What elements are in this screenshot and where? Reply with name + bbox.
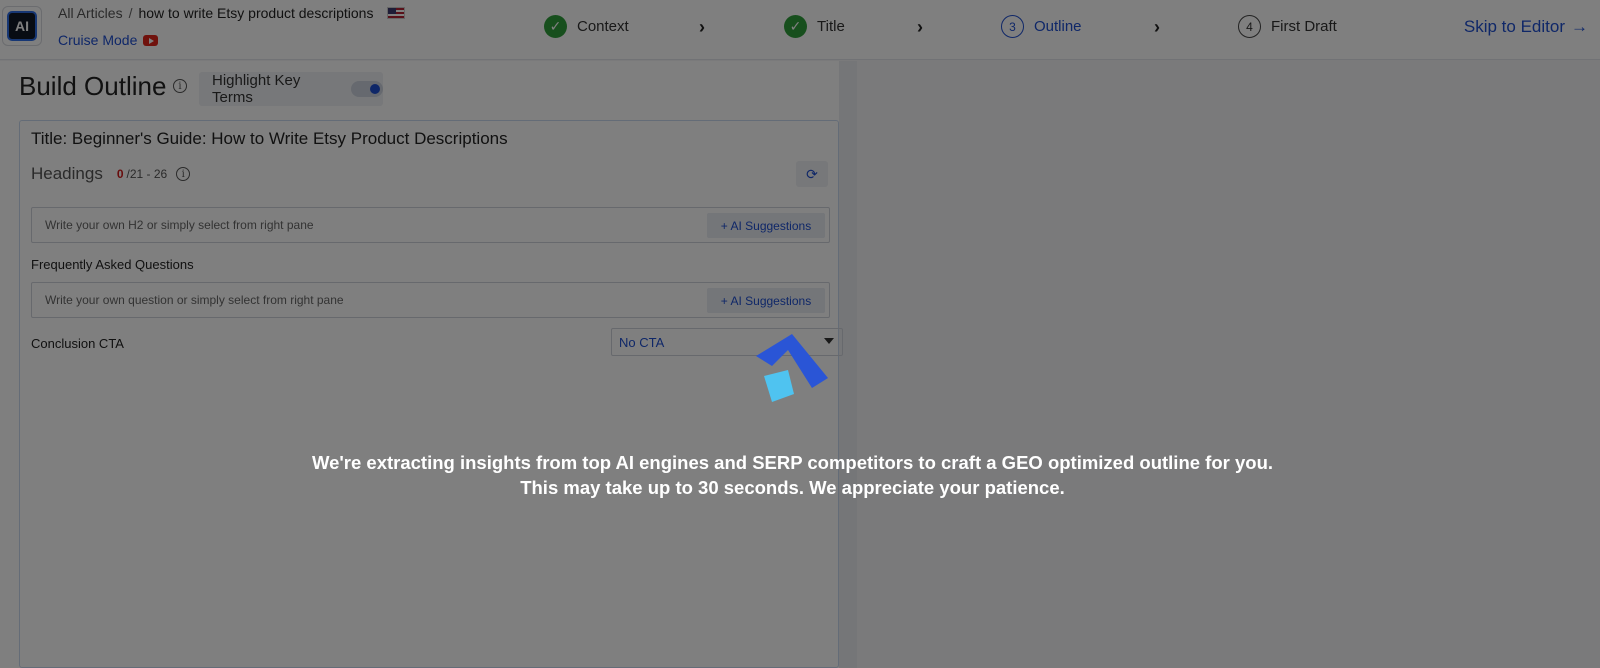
loading-overlay: We're extracting insights from top AI en… — [0, 0, 1600, 668]
loading-message: We're extracting insights from top AI en… — [0, 450, 1585, 500]
loading-message-line-2: This may take up to 30 seconds. We appre… — [520, 477, 1065, 498]
loading-message-line-1: We're extracting insights from top AI en… — [311, 452, 1274, 473]
loading-spinner-icon — [756, 334, 828, 402]
